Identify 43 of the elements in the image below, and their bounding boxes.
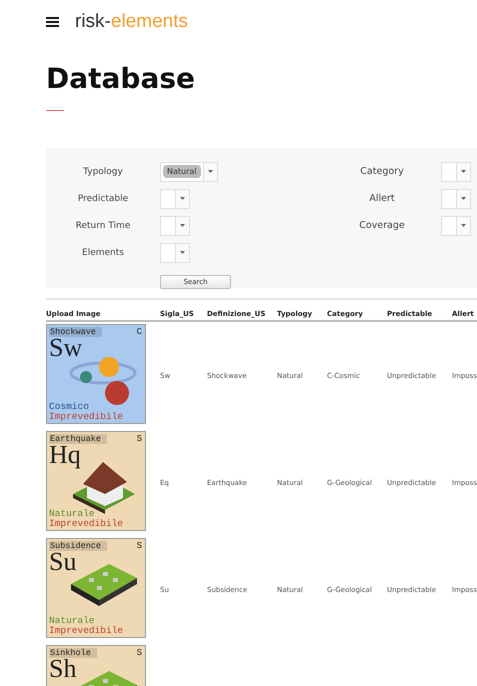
select-field[interactable] [441, 216, 471, 236]
filter-label: Predictable [76, 194, 130, 204]
caret-icon [461, 224, 466, 227]
select-field[interactable] [160, 216, 190, 236]
card-caption: Naturale [49, 509, 95, 519]
select-field[interactable] [160, 242, 190, 262]
select-field[interactable] [160, 188, 190, 208]
card-caption: Cosmico [49, 402, 89, 412]
filter-label: Typology [82, 166, 124, 176]
caret-icon [461, 170, 466, 173]
caret-icon [180, 251, 185, 254]
card-name: Shockwave [49, 327, 102, 337]
card-symbol: Sh [48, 658, 76, 680]
card-class: S [136, 541, 142, 551]
caret-icon [180, 197, 185, 200]
brand-logo[interactable]: risk-elements [75, 11, 188, 33]
filter-label: Category [359, 166, 405, 177]
card-name: Subsidence [49, 541, 108, 551]
page-title: Database [46, 62, 196, 96]
card-caption: Imprevedibile [49, 519, 124, 529]
card-symbol: Su [48, 551, 76, 573]
filter-label: Return Time [74, 220, 132, 230]
card-class: S [136, 648, 142, 658]
card-symbol: Hq [48, 444, 81, 466]
select-field[interactable] [441, 188, 471, 208]
select-field[interactable] [441, 162, 471, 182]
filter-label: Elements [81, 248, 125, 258]
filter-label: Coverage [358, 220, 406, 231]
card-caption: Imprevedibile [49, 412, 124, 422]
card-class: S [136, 434, 142, 444]
card-caption: Naturale [49, 616, 95, 626]
card-name: Sinkhole [49, 648, 97, 658]
caret-icon [180, 224, 185, 227]
card-caption: Imprevedibile [49, 626, 124, 636]
menu-icon[interactable] [46, 17, 59, 27]
caret-icon [461, 197, 466, 200]
card-class: C [136, 327, 142, 337]
card-symbol: Sw [48, 337, 82, 359]
card-name: Earthquake [49, 434, 108, 444]
caret-icon [208, 170, 213, 173]
select-field[interactable]: Natural [160, 162, 218, 182]
filter-label: Allert [368, 193, 396, 204]
selected-chip[interactable]: Natural [163, 165, 201, 178]
